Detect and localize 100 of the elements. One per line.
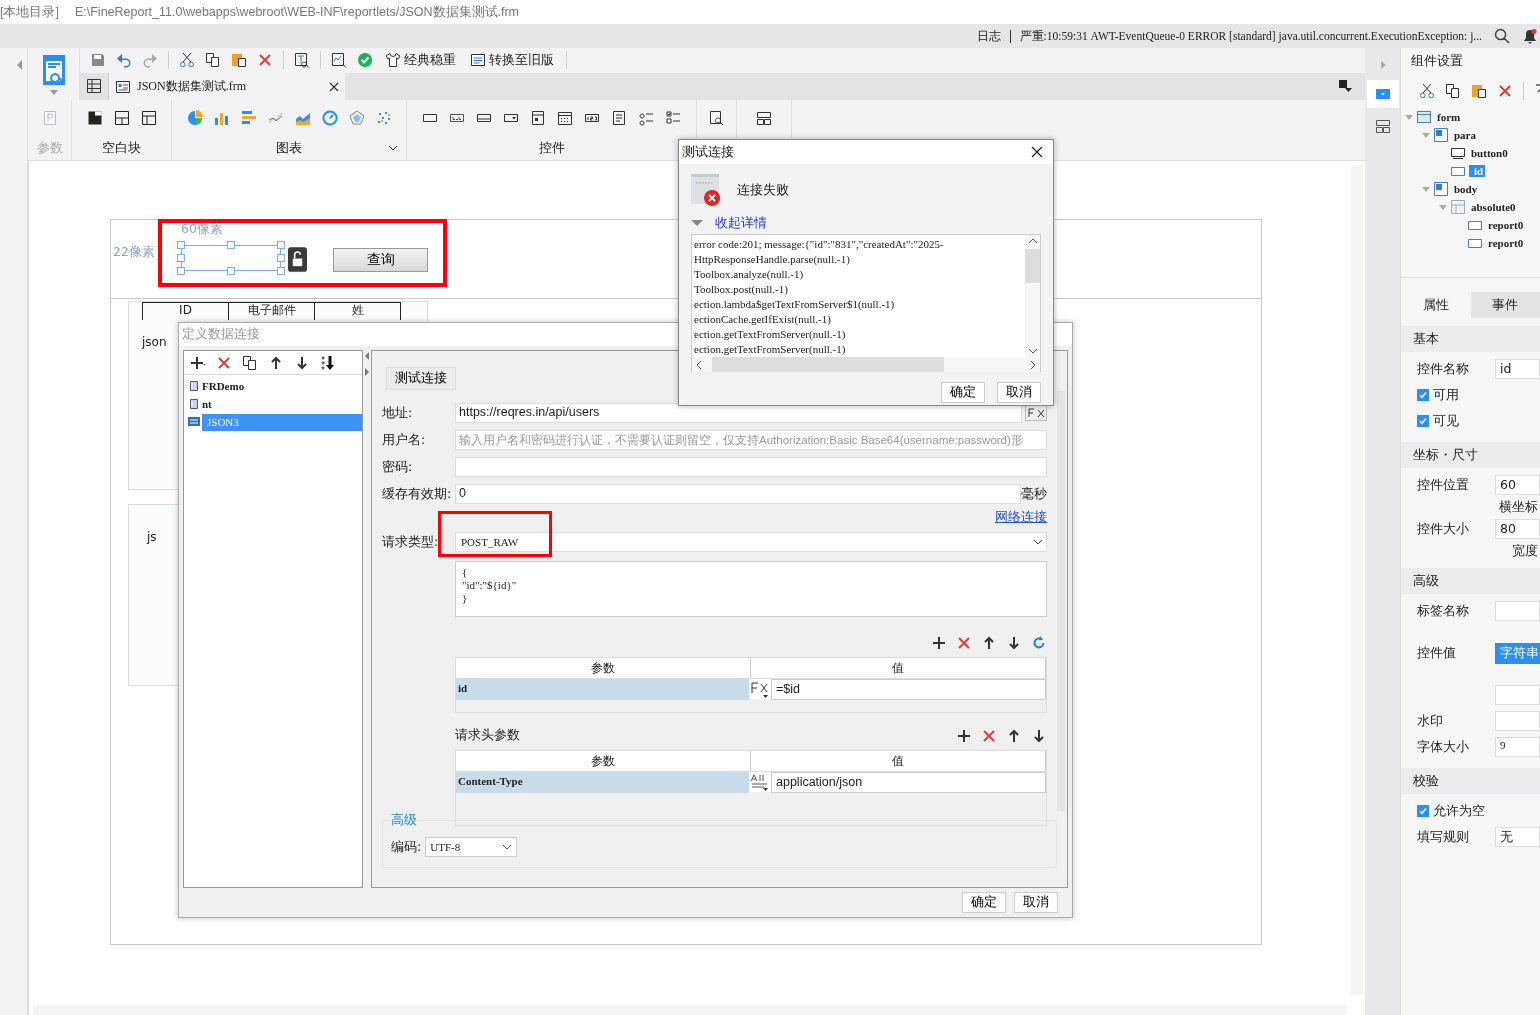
radio-group-icon[interactable]: [638, 110, 654, 126]
area-chart-icon[interactable]: [294, 110, 311, 126]
number-field[interactable]: 60: [1495, 475, 1540, 495]
cache-field[interactable]: 0: [455, 484, 1021, 505]
scroll-right-icon[interactable]: [1030, 359, 1036, 370]
checkbox[interactable]: [1417, 805, 1429, 817]
move-down-icon[interactable]: [1006, 635, 1022, 652]
tree-item[interactable]: para: [1452, 129, 1478, 141]
request-type-select[interactable]: POST_RAW: [455, 532, 1047, 553]
chart-preview-icon[interactable]: [331, 52, 347, 68]
close-icon[interactable]: [1031, 146, 1043, 158]
gauge-chart-icon[interactable]: [321, 110, 338, 126]
network-link[interactable]: 网络连接: [995, 509, 1047, 527]
text-field[interactable]: 9: [1495, 737, 1540, 757]
line-chart-icon[interactable]: [267, 110, 284, 126]
details-toggle-link[interactable]: 收起详情: [715, 214, 767, 232]
bell-icon[interactable]: [1522, 28, 1538, 44]
add-icon[interactable]: [931, 635, 947, 652]
split-block-icon[interactable]: [113, 110, 130, 126]
grid-icon[interactable]: [86, 78, 102, 94]
splitter-arrows-icon[interactable]: [364, 352, 370, 377]
radar-chart-icon[interactable]: [348, 110, 365, 126]
connection-item[interactable]: nt: [202, 395, 362, 413]
layout-icon[interactable]: [1374, 118, 1391, 134]
paste-icon[interactable]: [231, 52, 247, 68]
add-icon[interactable]: [190, 354, 206, 371]
username-field[interactable]: 输入用户名和密码进行认证，不需要认证则留空，仅支持Authorization:Basic Base64(username:password)形: [455, 430, 1047, 451]
dialog-button[interactable]: 取消: [1014, 892, 1058, 914]
layout-icon[interactable]: [756, 110, 772, 126]
text-field[interactable]: [1495, 711, 1540, 731]
paste-icon[interactable]: [1471, 83, 1487, 99]
dock-icon[interactable]: [1337, 78, 1353, 94]
delete-icon[interactable]: [1497, 83, 1513, 99]
tree-item[interactable]: button0: [1469, 147, 1510, 159]
copy-icon[interactable]: [242, 354, 258, 371]
test-connection-button[interactable]: 测试连接: [386, 367, 456, 391]
table-block-icon[interactable]: [140, 110, 157, 126]
widget-settings-toggle[interactable]: [1366, 80, 1399, 108]
checkbox[interactable]: [1417, 415, 1429, 427]
tree-item[interactable]: report0: [1486, 219, 1526, 231]
check-icon[interactable]: [357, 52, 373, 68]
pie-chart-icon[interactable]: [186, 110, 203, 126]
block-icon[interactable]: [86, 110, 103, 126]
password-field[interactable]: [455, 457, 1047, 478]
date-widget-icon[interactable]: [530, 110, 546, 126]
horizontal-scrollbar[interactable]: [692, 357, 1040, 372]
textarea-widget-icon[interactable]: [611, 110, 627, 126]
checkbox-group-icon[interactable]: [665, 110, 681, 126]
connection-item[interactable]: FRDemo: [202, 377, 362, 395]
toolbar-button[interactable]: 经典稳重: [383, 51, 458, 69]
caret-icon[interactable]: [49, 90, 58, 95]
delete-icon[interactable]: [216, 354, 232, 371]
delete-icon[interactable]: [257, 52, 273, 68]
query-button[interactable]: 查询: [333, 248, 428, 272]
collapse-toggle-icon[interactable]: [691, 217, 703, 229]
checkbox[interactable]: [1417, 389, 1429, 401]
formula-icon[interactable]: [749, 679, 771, 700]
expand-toggle-icon[interactable]: [1439, 203, 1447, 211]
copy-icon[interactable]: [1445, 83, 1461, 99]
undo-icon[interactable]: [116, 52, 132, 68]
text-field[interactable]: id: [1495, 359, 1540, 379]
copy-icon[interactable]: [205, 52, 221, 68]
add-icon[interactable]: [956, 727, 972, 744]
scroll-left-icon[interactable]: [696, 359, 702, 370]
scroll-down-icon[interactable]: [1027, 348, 1038, 354]
expand-toggle-icon[interactable]: [1422, 185, 1430, 193]
toolbar-button[interactable]: 转换至旧版: [468, 51, 556, 69]
save-icon[interactable]: [90, 52, 106, 68]
table-cell[interactable]: =$id: [771, 679, 1046, 701]
bar-chart-icon[interactable]: [213, 110, 230, 126]
scroll-up-icon[interactable]: [1027, 238, 1038, 244]
cut-icon[interactable]: [179, 52, 195, 68]
file-tab[interactable]: JSON数据集测试.frm: [108, 73, 345, 100]
move-down-icon[interactable]: [294, 354, 310, 371]
close-icon[interactable]: [329, 81, 339, 92]
vertical-scrollbar[interactable]: [1025, 235, 1040, 357]
sort-icon[interactable]: [320, 354, 336, 371]
tree-item[interactable]: report0: [1486, 237, 1526, 249]
tree-item[interactable]: body: [1452, 183, 1480, 195]
value-field[interactable]: [1495, 685, 1540, 705]
text-type-icon[interactable]: [749, 772, 771, 793]
form-doc-icon[interactable]: [40, 54, 67, 88]
dialog-button[interactable]: 确定: [941, 382, 985, 403]
text-preview-icon[interactable]: [294, 52, 310, 68]
delete-icon[interactable]: [981, 727, 997, 744]
tree-item[interactable]: absolute0: [1469, 201, 1518, 213]
dialog-button[interactable]: 确定: [962, 892, 1006, 914]
table-cell[interactable]: Content-Type: [456, 772, 749, 794]
scatter-chart-icon[interactable]: [375, 110, 392, 126]
collapse-icon[interactable]: [16, 60, 24, 70]
table-cell[interactable]: application/json: [771, 772, 1046, 794]
request-body-editor[interactable]: { "id":"${id}" }: [455, 561, 1047, 618]
preview-icon[interactable]: [708, 110, 725, 126]
chevron-down-icon[interactable]: [388, 143, 398, 153]
panel-tab[interactable]: 事件: [1470, 292, 1540, 318]
tree-item[interactable]: form: [1435, 111, 1463, 123]
expand-toggle-icon[interactable]: [1405, 113, 1413, 121]
dialog-button[interactable]: 取消: [997, 382, 1041, 403]
calendar-widget-icon[interactable]: [557, 110, 573, 126]
encoding-select[interactable]: UTF-8: [425, 837, 518, 858]
